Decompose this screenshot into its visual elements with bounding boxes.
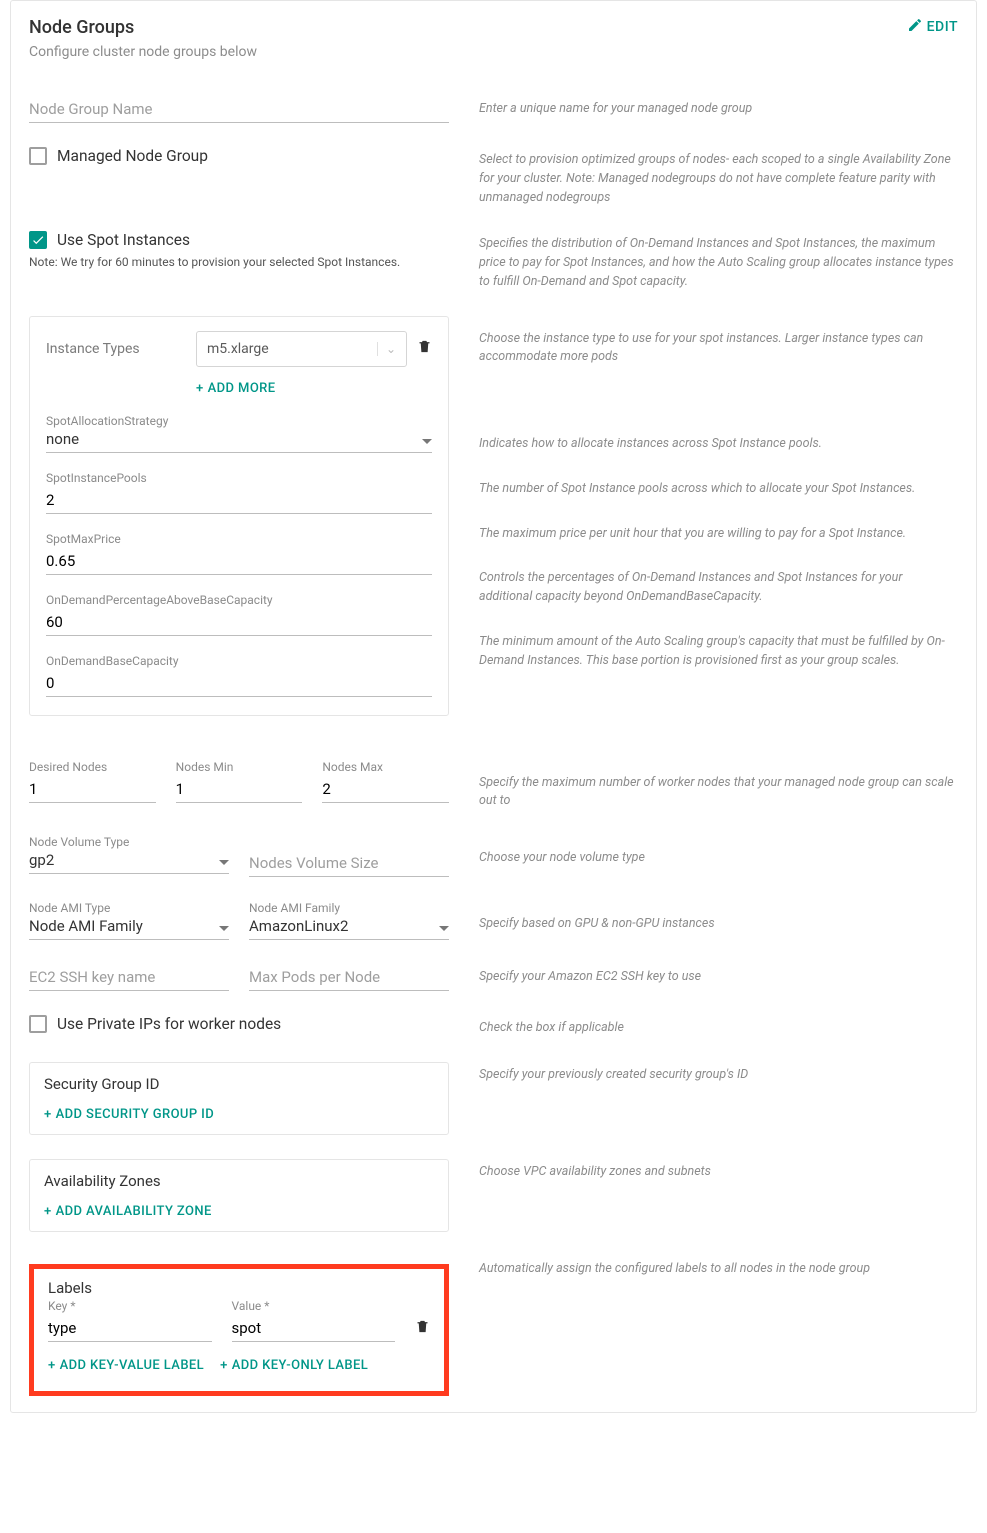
- ondemand-base-input[interactable]: [46, 670, 432, 697]
- add-more-instance-button[interactable]: + ADD MORE: [196, 381, 276, 396]
- sshkey-help: Specify your Amazon EC2 SSH key to use: [479, 964, 958, 991]
- spot-note: Note: We try for 60 minutes to provision…: [29, 255, 449, 269]
- spot-strategy-label: SpotAllocationStrategy: [46, 414, 432, 428]
- spot-maxprice-label: SpotMaxPrice: [46, 532, 432, 546]
- delete-label-button[interactable]: [415, 1319, 430, 1342]
- ondemand-base-label: OnDemandBaseCapacity: [46, 654, 432, 668]
- caret-down-icon: [215, 851, 229, 869]
- maxpods-input[interactable]: [249, 964, 449, 991]
- desired-label: Desired Nodes: [29, 760, 156, 774]
- managed-label: Managed Node Group: [57, 147, 208, 165]
- managed-checkbox[interactable]: [29, 147, 47, 165]
- voltype-select[interactable]: gp2: [29, 851, 229, 874]
- spot-pools-help: The number of Spot Instance pools across…: [479, 480, 958, 499]
- add-kv-label-button[interactable]: + ADD KEY-VALUE LABEL: [48, 1358, 204, 1373]
- add-az-button[interactable]: + ADD AVAILABILITY ZONE: [44, 1204, 212, 1219]
- chevron-down-icon: ⌄: [377, 342, 396, 356]
- edit-button[interactable]: EDIT: [907, 17, 958, 37]
- plus-icon: +: [44, 1204, 52, 1219]
- privateip-checkbox[interactable]: [29, 1015, 47, 1033]
- instance-type-value: m5.xlarge: [207, 341, 269, 357]
- spot-label: Use Spot Instances: [57, 231, 190, 249]
- privateip-help: Check the box if applicable: [479, 1015, 958, 1038]
- amitype-label: Node AMI Type: [29, 901, 229, 915]
- spot-maxprice-input[interactable]: [46, 548, 432, 575]
- nodes-max-help: Specify the maximum number of worker nod…: [479, 760, 958, 812]
- add-sg-button[interactable]: + ADD SECURITY GROUP ID: [44, 1107, 214, 1122]
- plus-icon: +: [196, 381, 204, 396]
- plus-icon: +: [48, 1358, 56, 1373]
- spot-strategy-help: Indicates how to allocate instances acro…: [479, 435, 958, 454]
- page-title: Node Groups: [29, 17, 257, 38]
- plus-icon: +: [220, 1358, 228, 1373]
- spot-checkbox[interactable]: [29, 231, 47, 249]
- sg-help: Specify your previously created security…: [479, 1062, 958, 1135]
- caret-down-icon: [418, 430, 432, 448]
- az-help: Choose VPC availability zones and subnet…: [479, 1159, 958, 1232]
- labels-value-input[interactable]: [232, 1315, 396, 1342]
- sshkey-input[interactable]: [29, 964, 229, 991]
- spot-pools-label: SpotInstancePools: [46, 471, 432, 485]
- labels-key-label: Key *: [48, 1299, 212, 1313]
- ondemand-base-help: The minimum amount of the Auto Scaling g…: [479, 633, 958, 671]
- spot-maxprice-help: The maximum price per unit hour that you…: [479, 525, 958, 544]
- delete-instance-button[interactable]: [417, 339, 432, 358]
- amifamily-label: Node AMI Family: [249, 901, 449, 915]
- amitype-select[interactable]: Node AMI Family: [29, 917, 229, 940]
- edit-label: EDIT: [927, 19, 958, 35]
- privateip-label: Use Private IPs for worker nodes: [57, 1015, 281, 1033]
- node-group-name-help: Enter a unique name for your managed nod…: [479, 96, 958, 123]
- caret-down-icon: [435, 917, 449, 935]
- spot-strategy-select[interactable]: none: [46, 430, 432, 453]
- ondemand-pct-label: OnDemandPercentageAboveBaseCapacity: [46, 593, 432, 607]
- instance-type-select[interactable]: m5.xlarge ⌄: [196, 331, 407, 367]
- labels-key-input[interactable]: [48, 1315, 212, 1342]
- labels-title: Labels: [48, 1279, 430, 1297]
- amifamily-select[interactable]: AmazonLinux2: [249, 917, 449, 940]
- labels-value-label: Value *: [232, 1299, 396, 1313]
- amifamily-help: Specify based on GPU & non-GPU instances: [479, 901, 958, 940]
- volsize-input[interactable]: [249, 850, 449, 877]
- labels-help: Automatically assign the configured labe…: [479, 1256, 958, 1396]
- instance-types-help: Choose the instance type to use for your…: [479, 330, 958, 368]
- desired-input[interactable]: [29, 776, 156, 803]
- spot-help: Specifies the distribution of On-Demand …: [479, 231, 958, 291]
- voltype-help: Choose your node volume type: [479, 835, 958, 877]
- min-label: Nodes Min: [176, 760, 303, 774]
- page-subtitle: Configure cluster node groups below: [29, 44, 257, 60]
- max-input[interactable]: [322, 776, 449, 803]
- labels-panel: Labels Key * Value *: [29, 1264, 449, 1396]
- voltype-label: Node Volume Type: [29, 835, 229, 849]
- instance-types-label: Instance Types: [46, 341, 186, 357]
- ondemand-pct-input[interactable]: [46, 609, 432, 636]
- az-title: Availability Zones: [44, 1172, 434, 1190]
- ondemand-pct-help: Controls the percentages of On-Demand In…: [479, 569, 958, 607]
- plus-icon: +: [44, 1107, 52, 1122]
- caret-down-icon: [215, 917, 229, 935]
- sg-title: Security Group ID: [44, 1075, 434, 1093]
- node-group-name-input[interactable]: [29, 96, 449, 123]
- managed-help: Select to provision optimized groups of …: [479, 147, 958, 207]
- pencil-icon: [907, 17, 923, 37]
- spot-pools-input[interactable]: [46, 487, 432, 514]
- min-input[interactable]: [176, 776, 303, 803]
- add-key-label-button[interactable]: + ADD KEY-ONLY LABEL: [220, 1358, 368, 1373]
- max-label: Nodes Max: [322, 760, 449, 774]
